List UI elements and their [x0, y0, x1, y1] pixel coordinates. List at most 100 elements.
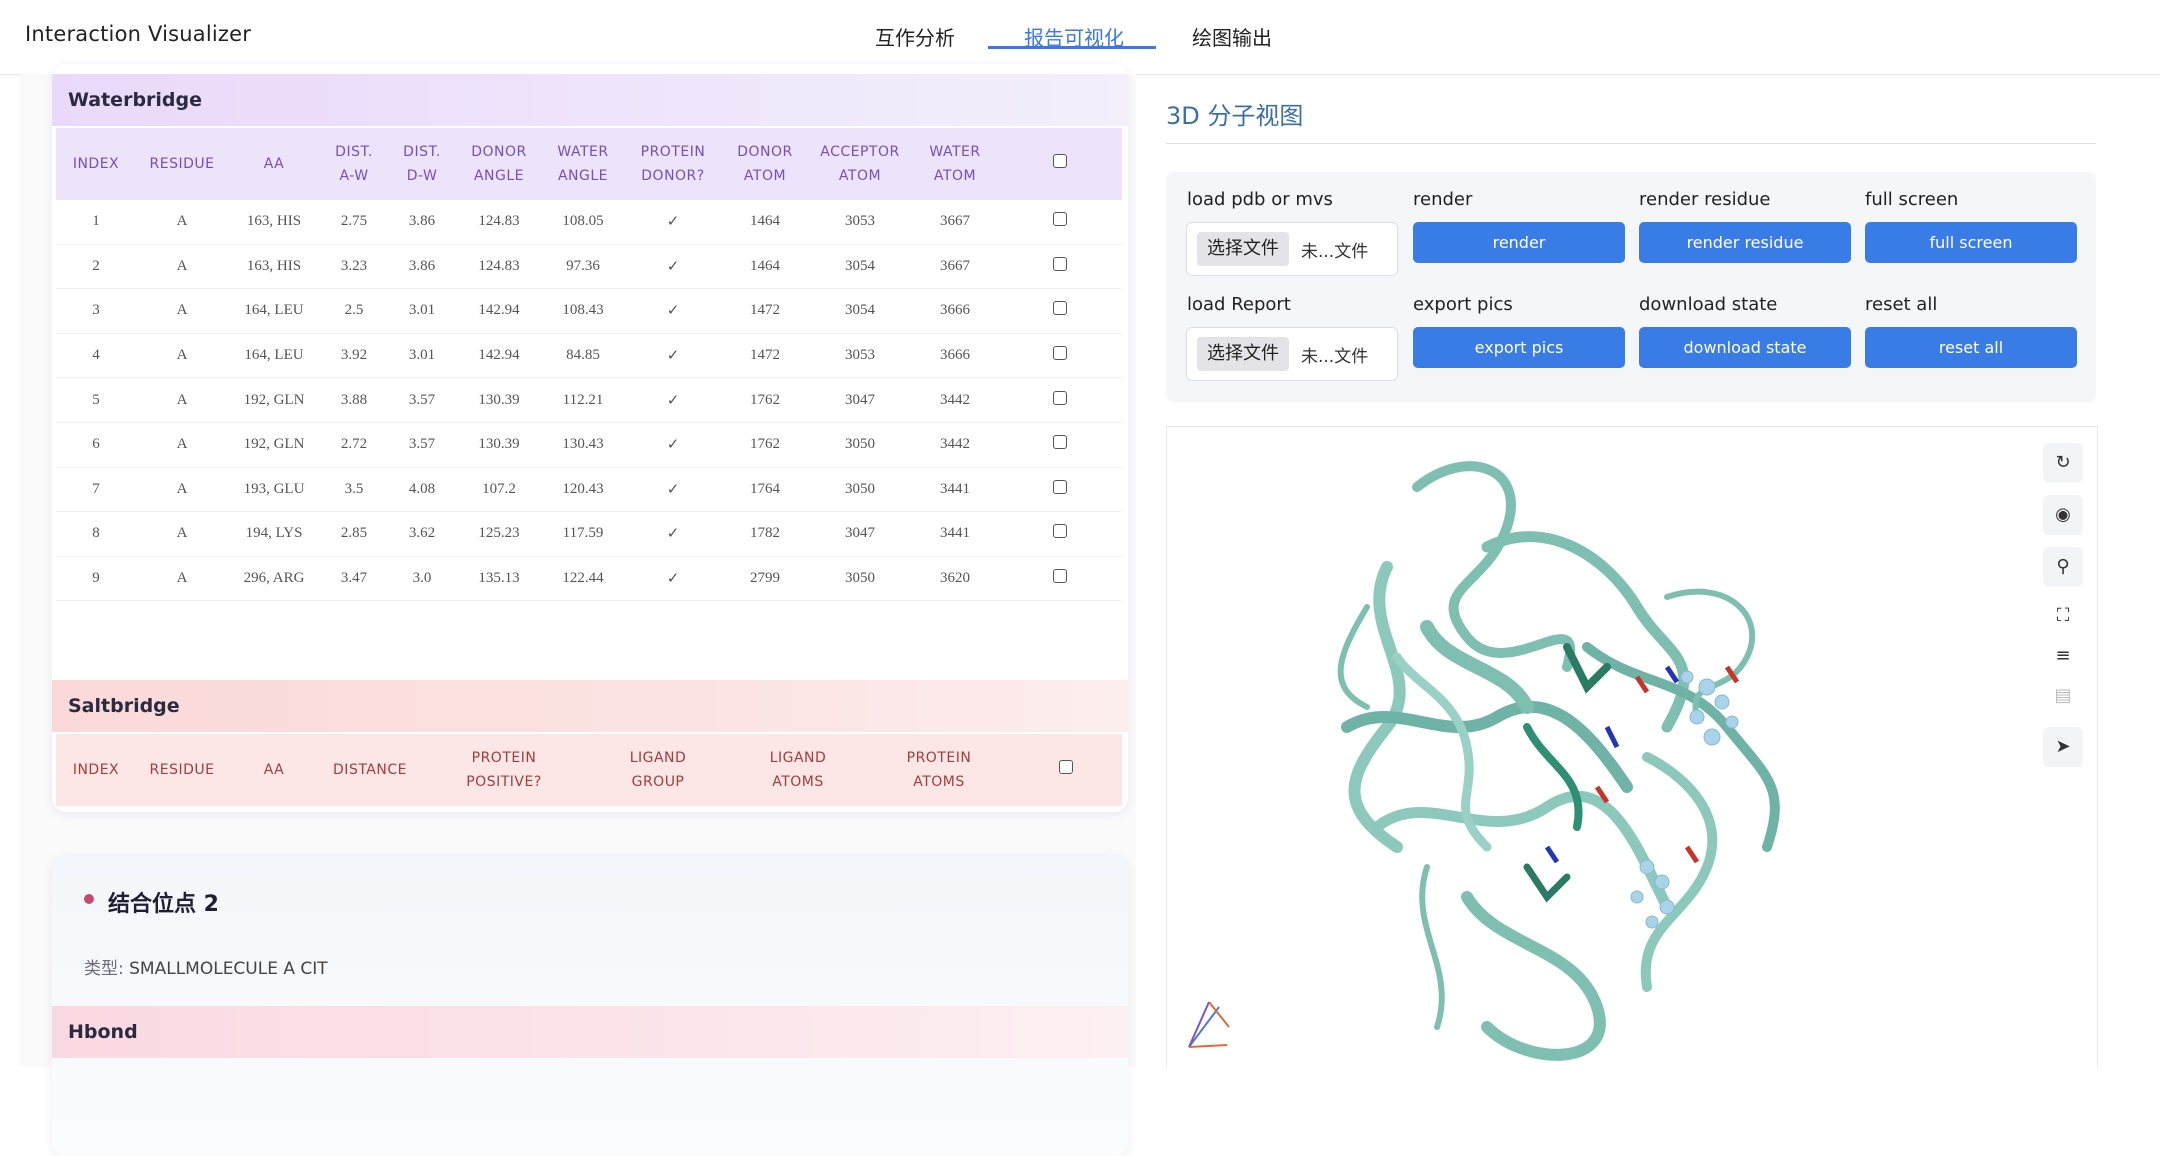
table-cell: 4: [56, 333, 136, 379]
check-icon: ✓: [624, 467, 722, 513]
col-water-atom[interactable]: WATER ATOM: [912, 128, 998, 200]
molecule-3d-viewer[interactable]: ↻ ◉ ⚲ ⛶ ≡ ▤ ➤: [1166, 426, 2098, 1067]
checkbox-icon[interactable]: [1053, 346, 1067, 361]
col-donor-atom[interactable]: DONOR ATOM: [722, 128, 808, 200]
waterbridge-row[interactable]: 1 A 163, HIS 2.75 3.86 124.83 108.05 ✓ 1464 3053 3…: [56, 200, 1122, 245]
tab-interaction-analysis[interactable]: 互作分析: [875, 22, 955, 58]
reset-camera-icon[interactable]: ↻: [2043, 443, 2083, 483]
row-checkbox[interactable]: [998, 333, 1122, 379]
table-cell: 3442: [912, 377, 998, 423]
reset-all-button[interactable]: reset all: [1865, 327, 2077, 368]
waterbridge-row[interactable]: 2 A 163, HIS 3.23 3.86 124.83 97.36 ✓ 1464 3054 36…: [56, 244, 1122, 290]
table-cell: 3053: [808, 200, 912, 245]
report-panel[interactable]: Waterbridge INDEX RESIDUE AA DIST. A-W D…: [20, 64, 1136, 1156]
saltbridge-row[interactable]: 1A163, HIS3.98✓Carboxylate3043, 30441464…: [56, 806, 1122, 812]
export-pics-button[interactable]: export pics: [1413, 327, 1625, 368]
select-all-checkbox[interactable]: [998, 128, 1122, 200]
row-checkbox[interactable]: [998, 422, 1122, 468]
col-acceptor-atom[interactable]: ACCEPTOR ATOM: [808, 128, 912, 200]
choose-file-button[interactable]: 选择文件: [1197, 232, 1289, 266]
col-residue[interactable]: RESIDUE: [136, 128, 228, 200]
col-distance[interactable]: DISTANCE: [320, 734, 420, 806]
select-all-checkbox[interactable]: [1010, 734, 1122, 806]
table-cell: 3.86: [388, 200, 456, 245]
checkbox-icon[interactable]: [1053, 301, 1067, 316]
col-aa[interactable]: AA: [228, 128, 320, 200]
checkbox-icon[interactable]: [1059, 760, 1073, 774]
waterbridge-row[interactable]: 4 A 164, LEU 3.92 3.01 142.94 84.85 ✓ 1472 3053 36…: [56, 333, 1122, 379]
reset-all-label: reset all: [1865, 294, 1938, 315]
tab-plot-output[interactable]: 绘图输出: [1192, 22, 1272, 58]
checkbox-icon[interactable]: [1053, 212, 1067, 227]
table-cell: 97.36: [542, 244, 624, 290]
render-button[interactable]: render: [1413, 222, 1625, 263]
table-cell: 8: [56, 511, 136, 557]
row-checkbox[interactable]: [998, 288, 1122, 334]
settings-sliders-icon[interactable]: ≡: [2043, 639, 2083, 673]
col-protein-positive[interactable]: PROTEIN POSITIVE?: [420, 734, 588, 806]
row-checkbox[interactable]: [998, 200, 1122, 245]
select-cursor-icon[interactable]: ➤: [2043, 727, 2083, 767]
checkbox-icon[interactable]: [1053, 154, 1067, 168]
col-index[interactable]: INDEX: [56, 128, 136, 200]
viewer-controls: load pdb or mvs 选择文件 未...文件 render rende…: [1166, 172, 2096, 402]
checkbox-icon[interactable]: [1053, 524, 1067, 539]
row-checkbox[interactable]: [998, 556, 1122, 602]
choose-file-button[interactable]: 选择文件: [1197, 337, 1289, 371]
table-cell: 164, LEU: [228, 288, 320, 334]
tab-report-visualization[interactable]: 报告可视化: [1024, 22, 1124, 58]
table-cell: 3.57: [388, 422, 456, 468]
load-pdb-file-input[interactable]: 选择文件 未...文件: [1186, 222, 1398, 276]
site-bullet-icon: [84, 894, 94, 904]
render-residue-button[interactable]: render residue: [1639, 222, 1851, 263]
table-cell: 7: [56, 467, 136, 513]
row-checkbox[interactable]: [998, 511, 1122, 557]
table-cell: A: [136, 244, 228, 290]
waterbridge-row[interactable]: 8 A 194, LYS 2.85 3.62 125.23 117.59 ✓ 1782 3047 3…: [56, 511, 1122, 557]
waterbridge-table: INDEX RESIDUE AA DIST. A-W DIST. D-W DON…: [56, 128, 1122, 602]
col-dist-a-w[interactable]: DIST. A-W: [320, 128, 388, 200]
waterbridge-row[interactable]: 9 A 296, ARG 3.47 3.0 135.13 122.44 ✓ 2799 3050 36…: [56, 556, 1122, 602]
waterbridge-row[interactable]: 7 A 193, GLU 3.5 4.08 107.2 120.43 ✓ 1764 3050 344…: [56, 467, 1122, 513]
focus-icon[interactable]: ◉: [2043, 495, 2083, 535]
row-checkbox[interactable]: [998, 377, 1122, 423]
checkbox-icon[interactable]: [1053, 569, 1067, 584]
download-state-button[interactable]: download state: [1639, 327, 1851, 368]
col-donor-angle[interactable]: DONOR ANGLE: [456, 128, 542, 200]
table-cell: 112.21: [542, 377, 624, 423]
protein-structure-render[interactable]: [1167, 427, 2097, 1067]
col-ligand-atoms[interactable]: LIGAND ATOMS: [728, 734, 868, 806]
waterbridge-row[interactable]: 3 A 164, LEU 2.5 3.01 142.94 108.43 ✓ 1472 3054 36…: [56, 288, 1122, 334]
waterbridge-header: Waterbridge: [52, 74, 1128, 126]
checkbox-icon[interactable]: [1053, 479, 1067, 494]
checkbox-icon[interactable]: [1053, 390, 1067, 405]
wrench-icon[interactable]: ⚲: [2043, 547, 2083, 587]
col-index[interactable]: INDEX: [56, 734, 136, 806]
table-cell: 3043, 3044: [728, 806, 868, 812]
row-checkbox[interactable]: [998, 244, 1122, 290]
table-cell: A: [136, 377, 228, 423]
checkbox-icon[interactable]: [1053, 256, 1067, 271]
col-protein-atoms[interactable]: PROTEIN ATOMS: [868, 734, 1010, 806]
table-cell: 3.57: [388, 377, 456, 423]
col-protein-donor[interactable]: PROTEIN DONOR?: [624, 128, 722, 200]
waterbridge-row[interactable]: 5 A 192, GLN 3.88 3.57 130.39 112.21 ✓ 1762 3047 3…: [56, 377, 1122, 423]
table-cell: 107.2: [456, 467, 542, 513]
row-checkbox[interactable]: [998, 467, 1122, 513]
load-report-file-input[interactable]: 选择文件 未...文件: [1186, 327, 1398, 381]
expand-icon[interactable]: ⛶: [2043, 599, 2083, 633]
col-residue[interactable]: RESIDUE: [136, 734, 228, 806]
row-checkbox[interactable]: [1010, 806, 1122, 812]
col-dist-d-w[interactable]: DIST. D-W: [388, 128, 456, 200]
waterbridge-row[interactable]: 6 A 192, GLN 2.72 3.57 130.39 130.43 ✓ 1762 3050 3…: [56, 422, 1122, 468]
app-title: Interaction Visualizer: [25, 22, 252, 46]
col-ligand-group[interactable]: LIGAND GROUP: [588, 734, 728, 806]
table-cell: 3.0: [388, 556, 456, 602]
full-screen-button[interactable]: full screen: [1865, 222, 2077, 263]
checkbox-icon[interactable]: [1053, 435, 1067, 450]
col-water-angle[interactable]: WATER ANGLE: [542, 128, 624, 200]
check-icon: ✓: [624, 200, 722, 245]
screenshot-icon[interactable]: ▤: [2043, 679, 2083, 713]
col-aa[interactable]: AA: [228, 734, 320, 806]
check-icon: ✓: [624, 377, 722, 423]
